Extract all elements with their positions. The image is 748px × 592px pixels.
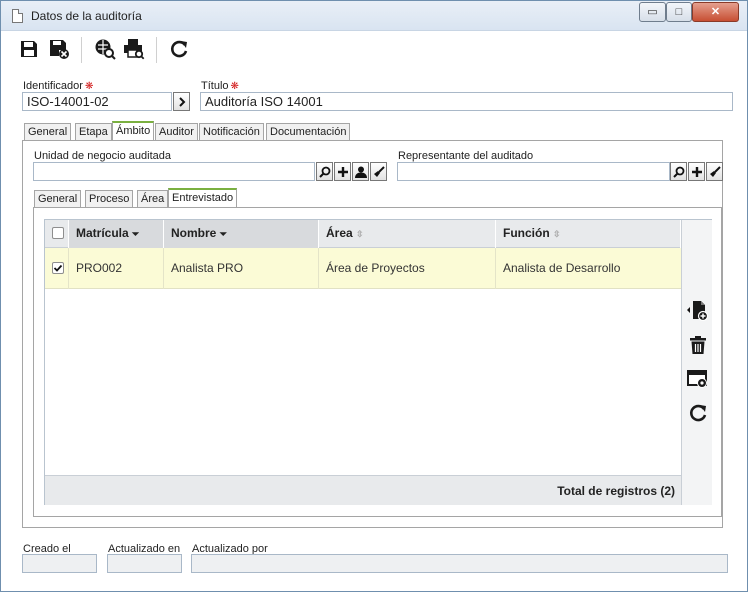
broom-icon bbox=[709, 165, 721, 177]
subtab-area[interactable]: Área bbox=[137, 190, 169, 207]
grid-side-toolbar bbox=[681, 220, 712, 505]
row-checkbox[interactable] bbox=[52, 262, 64, 274]
sort-down-icon: ⏷ bbox=[219, 229, 227, 239]
trash-icon bbox=[690, 336, 706, 354]
chevron-right-icon bbox=[178, 96, 185, 107]
column-funcion[interactable]: Función ⇳ bbox=[496, 220, 681, 248]
tab-etapa[interactable]: Etapa bbox=[75, 123, 112, 140]
representative-clear-button[interactable] bbox=[706, 162, 723, 181]
tab-general[interactable]: General bbox=[24, 123, 72, 140]
required-icon: ❋ bbox=[230, 81, 239, 92]
subtab-entrevistado[interactable]: Entrevistado bbox=[168, 188, 238, 207]
representative-add-button[interactable] bbox=[688, 162, 705, 181]
minimize-button[interactable]: ▭ bbox=[639, 2, 666, 22]
refresh-icon bbox=[171, 40, 188, 58]
cell-funcion: Analista de Desarrollo bbox=[503, 261, 621, 275]
print-icon bbox=[124, 39, 145, 60]
title-label: Título ❋ bbox=[201, 80, 239, 92]
plus-icon bbox=[337, 166, 348, 177]
table-row[interactable]: PRO002 Analista PRO Área de Proyectos An… bbox=[45, 248, 681, 289]
cell-nombre: Analista PRO bbox=[164, 248, 319, 289]
view-window-icon bbox=[687, 370, 707, 388]
plus-icon bbox=[691, 166, 702, 177]
grid-footer: Total de registros (2) bbox=[45, 475, 681, 505]
unit-add-button[interactable] bbox=[334, 162, 351, 181]
cell-matricula: PRO002 bbox=[69, 248, 164, 289]
delete-record-button[interactable] bbox=[687, 334, 709, 356]
unit-search-button[interactable] bbox=[316, 162, 333, 181]
title-input[interactable]: Auditoría ISO 14001 bbox=[200, 92, 733, 111]
tab-documentacion[interactable]: Documentación bbox=[266, 123, 351, 140]
document-icon bbox=[12, 9, 23, 23]
view-report-button[interactable] bbox=[93, 37, 117, 61]
maximize-button[interactable]: □ bbox=[666, 2, 692, 22]
add-document-icon bbox=[687, 301, 709, 322]
cell-area: Área de Proyectos bbox=[319, 248, 496, 289]
grid-header: Matrícula ⏷ Nombre ⏷ Área ⇳ Función ⇳ bbox=[45, 220, 681, 248]
tab-notificacion[interactable]: Notificación bbox=[199, 123, 264, 140]
representative-input[interactable] bbox=[397, 162, 670, 181]
sort-neutral-icon: ⇳ bbox=[553, 229, 561, 239]
view-record-button[interactable] bbox=[687, 368, 709, 390]
identifier-next-button[interactable] bbox=[173, 92, 190, 111]
tab-auditor[interactable]: Auditor bbox=[155, 123, 198, 140]
business-unit-label: Unidad de negocio auditada bbox=[34, 150, 172, 162]
toolbar-separator bbox=[156, 37, 157, 63]
updated-field bbox=[107, 554, 182, 573]
tab-ambito[interactable]: Ámbito bbox=[112, 121, 155, 140]
column-nombre[interactable]: Nombre ⏷ bbox=[164, 220, 319, 248]
interviewee-grid: Matrícula ⏷ Nombre ⏷ Área ⇳ Función ⇳ PR… bbox=[44, 219, 712, 505]
select-all-checkbox[interactable] bbox=[52, 227, 64, 239]
close-button[interactable]: ✕ bbox=[692, 2, 739, 22]
required-icon: ❋ bbox=[84, 81, 94, 92]
checkmark-icon bbox=[53, 264, 63, 272]
refresh-grid-button[interactable] bbox=[687, 402, 709, 424]
header-checkbox-cell bbox=[45, 220, 69, 248]
toolbar-separator bbox=[81, 37, 82, 63]
save-and-close-button[interactable] bbox=[47, 37, 71, 61]
business-unit-input[interactable] bbox=[33, 162, 315, 181]
updated-by-field bbox=[191, 554, 728, 573]
identifier-label: Identificador ❋ bbox=[23, 80, 94, 92]
representative-label: Representante del auditado bbox=[398, 150, 534, 162]
unit-user-button[interactable] bbox=[352, 162, 369, 181]
search-icon bbox=[672, 166, 684, 178]
view-report-icon bbox=[95, 39, 116, 60]
subtab-proceso[interactable]: Proceso bbox=[85, 190, 134, 207]
user-icon bbox=[354, 166, 367, 178]
created-field bbox=[22, 554, 97, 573]
broom-icon bbox=[373, 165, 385, 177]
subtab-general[interactable]: General bbox=[34, 190, 82, 207]
record-count: Total de registros (2) bbox=[557, 484, 675, 498]
save-close-icon bbox=[50, 40, 69, 59]
search-icon bbox=[318, 166, 330, 178]
print-button[interactable] bbox=[122, 37, 146, 61]
audit-data-window: Datos de la auditoría ▭ □ ✕ Identificado… bbox=[0, 0, 748, 592]
column-area[interactable]: Área ⇳ bbox=[319, 220, 496, 248]
sort-down-icon: ⏷ bbox=[132, 229, 140, 239]
toolbar bbox=[1, 31, 747, 67]
identifier-input[interactable]: ISO-14001-02 bbox=[22, 92, 172, 111]
add-record-button[interactable] bbox=[687, 300, 709, 322]
row-checkbox-cell bbox=[45, 248, 69, 289]
window-title: Datos de la auditoría bbox=[31, 9, 142, 23]
column-matricula[interactable]: Matrícula ⏷ bbox=[69, 220, 164, 248]
title-bar: Datos de la auditoría ▭ □ ✕ bbox=[1, 1, 747, 31]
unit-clear-button[interactable] bbox=[370, 162, 387, 181]
sort-neutral-icon: ⇳ bbox=[356, 229, 364, 239]
refresh-icon bbox=[690, 404, 707, 422]
save-button[interactable] bbox=[17, 37, 41, 61]
refresh-button[interactable] bbox=[167, 37, 191, 61]
save-icon bbox=[21, 41, 37, 57]
representative-search-button[interactable] bbox=[670, 162, 687, 181]
